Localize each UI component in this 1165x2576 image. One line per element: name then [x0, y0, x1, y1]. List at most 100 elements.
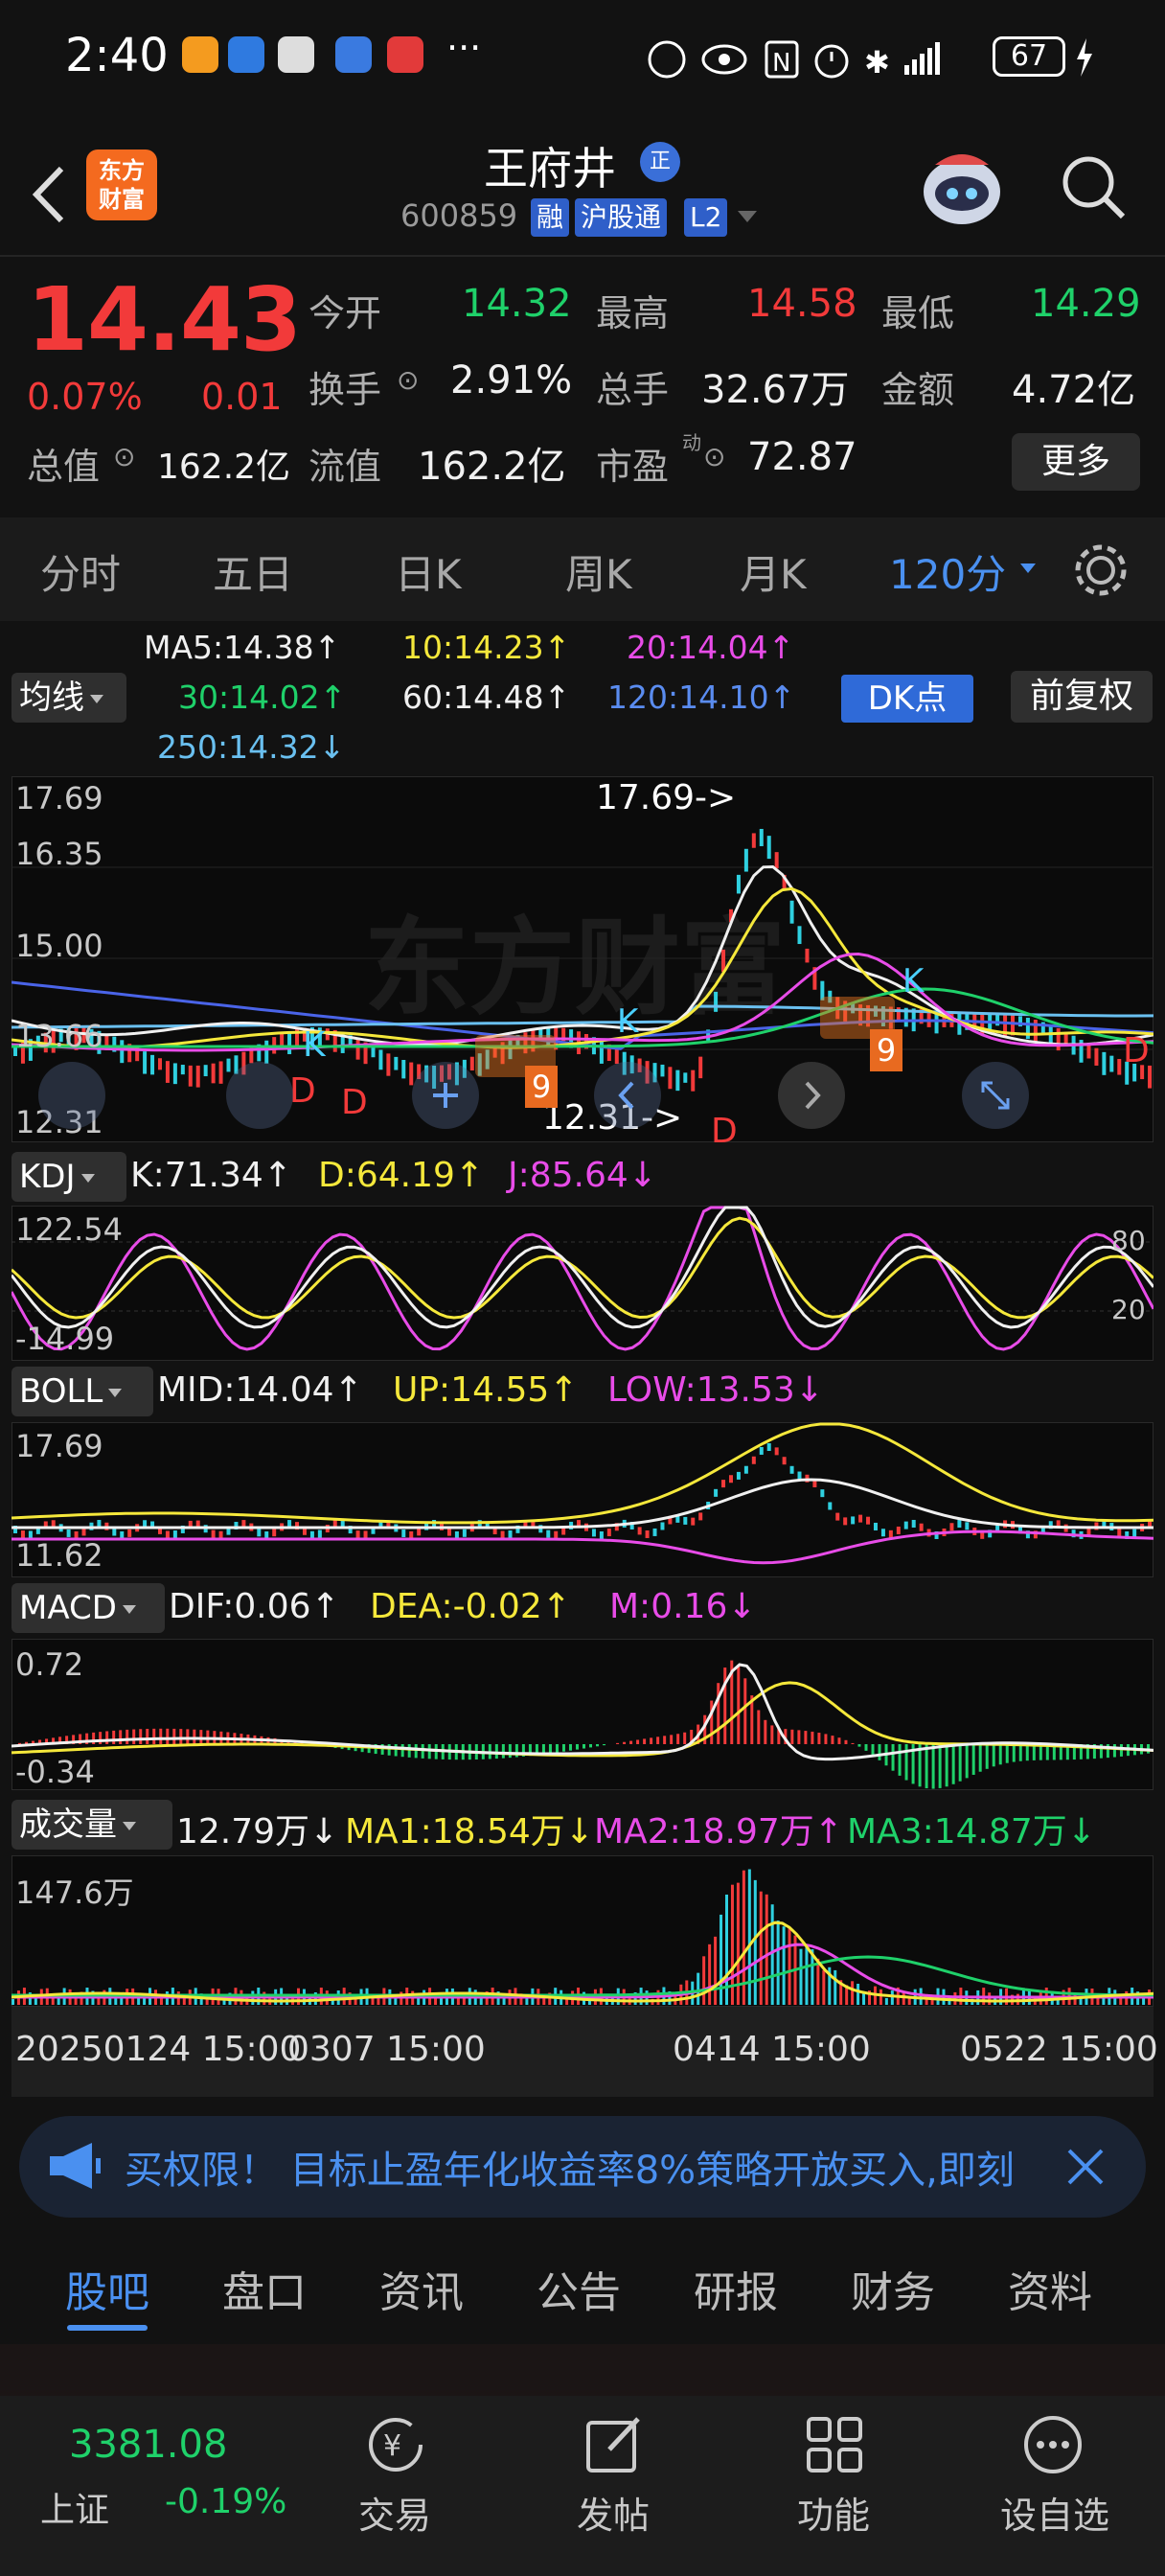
y-axis-4: 13.66	[15, 1018, 103, 1054]
boll-lines	[11, 1422, 1154, 1565]
volume-selector[interactable]: 成交量	[11, 1800, 172, 1850]
kdj-k-label: K:71.34↑	[130, 1156, 292, 1195]
compose-icon[interactable]	[582, 2413, 646, 2476]
index-value[interactable]: 3381.08	[69, 2423, 227, 2467]
chevron-down-icon[interactable]	[1019, 562, 1037, 575]
pe-superscript: 动	[682, 431, 701, 454]
volume-ma2-label: MA2:18.97万↑	[594, 1812, 843, 1852]
ma5-label: MA5:14.38↑	[144, 629, 341, 666]
y-axis-top: 17.69	[15, 780, 103, 816]
macd-y-bottom: -0.34	[15, 1754, 95, 1790]
volume-bars	[11, 1869, 1154, 2005]
app-notification-icon	[387, 36, 423, 73]
gear-icon[interactable]	[1071, 540, 1131, 600]
tab-announcements[interactable]: 公告	[537, 2258, 621, 2319]
zoom-out-control[interactable]	[226, 1062, 293, 1129]
nav-functions[interactable]: 功能	[797, 2486, 870, 2539]
signal-k: K	[617, 1002, 639, 1041]
tag-connect: 沪股通	[575, 198, 668, 237]
nine-turn-badge: 9	[870, 1029, 902, 1071]
high-value: 14.58	[747, 282, 857, 326]
fullscreen-control[interactable]	[962, 1062, 1029, 1129]
open-value: 14.32	[462, 282, 572, 326]
index-change[interactable]: -0.19%	[165, 2482, 286, 2521]
open-label: 今开	[308, 292, 382, 334]
more-button[interactable]: 更多	[1012, 433, 1140, 491]
mktcap-label: 总值	[27, 446, 101, 488]
turnover-value: 2.91%	[450, 358, 573, 402]
trade-icon[interactable]: ¥	[364, 2413, 427, 2476]
app-notification-icon	[335, 36, 372, 73]
macd-dif-label: DIF:0.06↑	[169, 1587, 340, 1626]
boll-selector[interactable]: BOLL	[11, 1367, 153, 1416]
ma-selector[interactable]: 均线	[11, 673, 126, 723]
tab-daily-k[interactable]: 日K	[395, 542, 462, 601]
ma10-label: 10:14.23↑	[402, 629, 571, 666]
tab-financials[interactable]: 财务	[851, 2258, 935, 2319]
kdj-y-top: 122.54	[15, 1211, 123, 1248]
adjust-button[interactable]: 前复权	[1011, 671, 1153, 723]
info-icon[interactable]: ⊙	[397, 364, 419, 396]
tag-margin: 融	[531, 198, 570, 237]
signal-d: D	[289, 1071, 316, 1111]
tab-120min[interactable]: 120分	[889, 542, 1006, 601]
more-icon[interactable]	[1021, 2413, 1085, 2476]
change-amount: 0.01	[201, 376, 283, 418]
dk-point-button[interactable]: DK点	[841, 675, 973, 723]
date-label: 0307 15:00	[287, 2030, 486, 2069]
index-name[interactable]: 上证	[40, 2482, 109, 2532]
news-ticker[interactable]	[0, 2344, 1165, 2402]
low-label: 最低	[881, 292, 955, 334]
svg-text:✱: ✱	[864, 44, 890, 80]
nav-trade[interactable]: 交易	[358, 2486, 431, 2539]
boll-mid-label: MID:14.04↑	[157, 1370, 363, 1410]
tab-order-book[interactable]: 盘口	[222, 2258, 307, 2319]
macd-selector[interactable]: MACD	[11, 1583, 165, 1633]
nav-post[interactable]: 发帖	[577, 2486, 650, 2539]
volume-y-top: 147.6万	[15, 1874, 134, 1911]
tab-news[interactable]: 资讯	[379, 2258, 464, 2319]
svg-text:N: N	[772, 49, 790, 78]
high-annotation: 17.69->	[596, 778, 737, 817]
volume-value: 32.67万	[701, 368, 850, 412]
search-icon[interactable]	[1058, 151, 1129, 222]
tab-profile[interactable]: 资料	[1008, 2258, 1092, 2319]
volume-ma1-label: MA1:18.54万↓	[345, 1812, 594, 1852]
banner-text[interactable]: 买权限！ 目标止盈年化收益率8%策略开放买入,即刻	[125, 2139, 1035, 2195]
info-icon[interactable]: ⊙	[113, 441, 135, 472]
chevron-down-icon[interactable]	[736, 209, 759, 224]
charging-icon	[1077, 38, 1092, 77]
tab-forum[interactable]: 股吧	[65, 2258, 149, 2319]
tab-research[interactable]: 研报	[694, 2258, 778, 2319]
kdj-80-line: 80	[1111, 1225, 1146, 1256]
tab-intraday[interactable]: 分时	[40, 542, 121, 601]
app-notification-icon	[278, 36, 314, 73]
scroll-left-far-control[interactable]	[38, 1062, 105, 1129]
megaphone-icon	[50, 2143, 101, 2189]
boll-low-label: LOW:13.53↓	[607, 1370, 824, 1410]
signal-k: K	[902, 962, 925, 1000]
kdj-j-label: J:85.64↓	[508, 1156, 657, 1195]
mktcap-value: 162.2亿	[157, 448, 291, 487]
date-label: 0522 15:00	[960, 2030, 1158, 2069]
tab-five-day[interactable]: 五日	[213, 542, 293, 601]
tab-monthly-k[interactable]: 月K	[740, 542, 807, 601]
amount-label: 金额	[881, 369, 955, 411]
back-arrow-icon[interactable]	[27, 161, 75, 228]
zoom-in-control[interactable]	[412, 1062, 479, 1129]
stock-code: 600859	[400, 197, 518, 234]
kdj-20-line: 20	[1111, 1294, 1146, 1325]
functions-grid-icon[interactable]	[803, 2413, 866, 2476]
nav-add-watchlist[interactable]: 设自选	[1000, 2486, 1109, 2539]
ma30-label: 30:14.02↑	[178, 678, 347, 716]
high-label: 最高	[596, 292, 670, 334]
ai-assistant-icon[interactable]	[918, 144, 1006, 230]
close-icon[interactable]	[1062, 2143, 1109, 2191]
tab-weekly-k[interactable]: 周K	[565, 542, 632, 601]
last-price: 14.43	[27, 268, 302, 371]
scroll-left-control[interactable]	[594, 1062, 661, 1129]
scroll-right-control[interactable]	[778, 1062, 845, 1129]
kdj-selector[interactable]: KDJ	[11, 1152, 126, 1202]
info-icon[interactable]: ⊙	[703, 441, 725, 472]
signal-d: D	[711, 1112, 738, 1151]
